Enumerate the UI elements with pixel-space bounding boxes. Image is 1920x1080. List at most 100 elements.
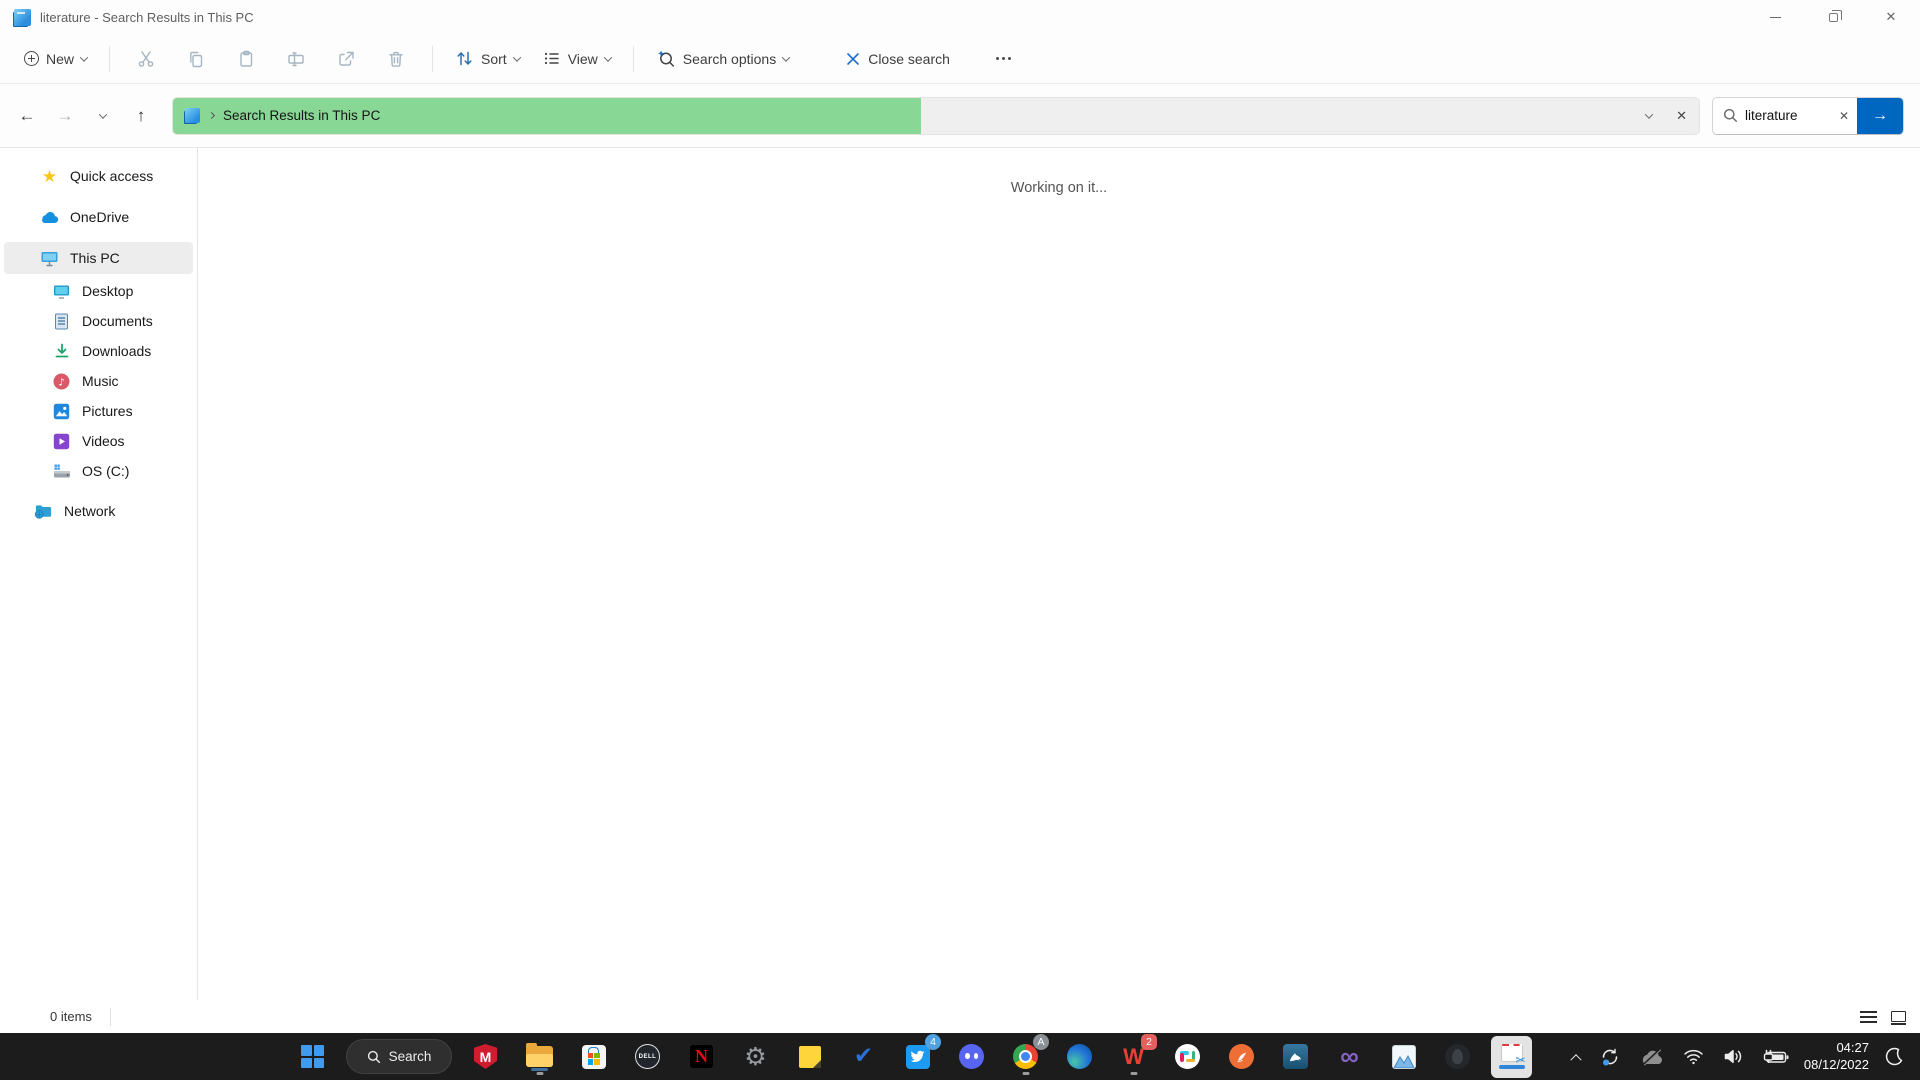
- taskbar-todo-button[interactable]: ✔: [843, 1036, 884, 1077]
- search-box[interactable]: ✕ →: [1712, 97, 1904, 135]
- address-dropdown-icon[interactable]: [1645, 110, 1653, 118]
- taskbar-alienware-button[interactable]: [1437, 1036, 1478, 1077]
- window-controls: ✕: [1746, 0, 1920, 34]
- sort-button[interactable]: Sort: [445, 42, 530, 75]
- chart-mountains-icon: [1392, 1045, 1416, 1069]
- address-bar[interactable]: Search Results in This PC ✕: [172, 97, 1700, 135]
- taskbar-file-explorer-button[interactable]: [519, 1036, 560, 1077]
- tray-overflow-button[interactable]: [1568, 1049, 1584, 1065]
- search-input[interactable]: [1745, 108, 1831, 123]
- sync-arrows-icon: [1599, 1046, 1621, 1068]
- taskbar-photos-app-button[interactable]: [1383, 1036, 1424, 1077]
- clear-search-icon[interactable]: ✕: [1831, 109, 1857, 123]
- sidebar-item-downloads[interactable]: Downloads: [4, 336, 193, 366]
- document-icon: [52, 313, 71, 330]
- delete-button[interactable]: [372, 42, 420, 76]
- file-list-pane[interactable]: Working on it...: [198, 148, 1920, 1000]
- sidebar-item-pictures[interactable]: Pictures: [4, 396, 193, 426]
- taskbar-mysql-workbench-button[interactable]: [1275, 1036, 1316, 1077]
- sidebar-item-os-c[interactable]: OS (C:): [4, 456, 193, 486]
- sticky-note-icon: [799, 1046, 821, 1068]
- mysql-dolphin-icon: [1283, 1044, 1308, 1069]
- loading-status-text: Working on it...: [198, 180, 1920, 196]
- taskbar-chrome-button[interactable]: A: [1005, 1036, 1046, 1077]
- close-search-label: Close search: [868, 51, 950, 67]
- stop-loading-icon[interactable]: ✕: [1676, 108, 1687, 124]
- speaker-icon: [1723, 1048, 1744, 1065]
- rename-icon: [286, 49, 306, 69]
- taskbar-twitter-button[interactable]: 4: [897, 1036, 938, 1077]
- download-arrow-icon: [52, 343, 71, 359]
- sidebar-item-documents[interactable]: Documents: [4, 306, 193, 336]
- details-view-button[interactable]: [1860, 1011, 1877, 1023]
- paste-button[interactable]: [222, 42, 270, 76]
- search-go-button[interactable]: →: [1857, 97, 1903, 135]
- tray-onedrive-paused-button[interactable]: [1636, 1044, 1668, 1070]
- sidebar-item-music[interactable]: ♪ Music: [4, 366, 193, 396]
- minimize-button[interactable]: [1746, 0, 1804, 34]
- dell-logo-icon: DELL: [635, 1044, 660, 1069]
- breadcrumb-chevron-icon: [208, 112, 215, 119]
- network-folder-icon: [34, 503, 53, 520]
- sidebar-item-desktop[interactable]: Desktop: [4, 276, 193, 306]
- taskbar-search-button[interactable]: Search: [346, 1039, 452, 1074]
- up-button[interactable]: ↑: [124, 99, 158, 133]
- taskbar-clock[interactable]: 04:27 08/12/2022: [1804, 1040, 1869, 1074]
- taskbar-settings-button[interactable]: ⚙: [735, 1036, 776, 1077]
- tray-night-mode-button[interactable]: [1880, 1043, 1908, 1071]
- back-button[interactable]: ←: [10, 99, 44, 133]
- chevron-up-icon: [1570, 1054, 1581, 1065]
- taskbar-visual-studio-button[interactable]: ∞: [1329, 1036, 1370, 1077]
- cut-button[interactable]: [122, 42, 170, 76]
- taskbar-discord-button[interactable]: [951, 1036, 992, 1077]
- close-search-button[interactable]: Close search: [835, 44, 960, 74]
- sidebar-item-videos[interactable]: Videos: [4, 426, 193, 456]
- share-icon: [336, 49, 356, 69]
- screenshot-scissors-icon: ✂: [1501, 1044, 1523, 1062]
- taskbar-microsoft-store-button[interactable]: [573, 1036, 614, 1077]
- start-button[interactable]: [292, 1036, 333, 1077]
- slack-icon: [1175, 1044, 1200, 1069]
- taskbar-sticky-notes-button[interactable]: [789, 1036, 830, 1077]
- sidebar-item-quick-access[interactable]: ★ Quick access: [4, 160, 193, 192]
- new-label: New: [46, 51, 74, 67]
- new-button[interactable]: New: [14, 44, 97, 74]
- tray-volume-button[interactable]: [1719, 1044, 1748, 1069]
- taskbar-dell-button[interactable]: DELL: [627, 1036, 668, 1077]
- close-button[interactable]: ✕: [1862, 0, 1920, 34]
- tray-sync-button[interactable]: [1595, 1042, 1625, 1072]
- tray-wifi-button[interactable]: [1679, 1044, 1708, 1069]
- sidebar-item-onedrive[interactable]: OneDrive: [4, 201, 193, 233]
- recent-locations-button[interactable]: [86, 99, 120, 133]
- scissors-icon: [136, 49, 156, 69]
- view-list-icon: [542, 49, 561, 68]
- taskbar-slack-button[interactable]: [1167, 1036, 1208, 1077]
- sidebar-item-network[interactable]: Network: [4, 495, 193, 527]
- chevron-down-icon: [782, 53, 790, 61]
- taskbar-wps-button[interactable]: W 2: [1113, 1036, 1154, 1077]
- pictures-icon: [52, 403, 71, 420]
- sidebar-item-this-pc[interactable]: This PC: [4, 242, 193, 274]
- view-toggles: [1860, 1011, 1906, 1023]
- share-button[interactable]: [322, 42, 370, 76]
- address-row: ← → ↑ Search Results in This PC ✕ ✕ →: [0, 84, 1920, 148]
- tray-battery-button[interactable]: [1759, 1045, 1793, 1069]
- search-options-button[interactable]: Search options: [646, 42, 799, 76]
- alien-head-icon: [1445, 1044, 1470, 1069]
- sidebar-item-label: Network: [64, 503, 115, 519]
- forward-button[interactable]: →: [48, 99, 82, 133]
- copy-button[interactable]: [172, 42, 220, 76]
- view-button[interactable]: View: [532, 42, 621, 75]
- rename-button[interactable]: [272, 42, 320, 76]
- taskbar-netflix-button[interactable]: N: [681, 1036, 722, 1077]
- taskbar-feather-app-button[interactable]: [1221, 1036, 1262, 1077]
- taskbar-snipping-tool-button[interactable]: ✂: [1491, 1036, 1532, 1077]
- gear-icon: ⚙: [744, 1044, 766, 1069]
- taskbar-edge-button[interactable]: [1059, 1036, 1100, 1077]
- restore-button[interactable]: [1804, 0, 1862, 34]
- sidebar-item-label: This PC: [70, 250, 120, 266]
- large-icons-view-button[interactable]: [1891, 1011, 1906, 1022]
- see-more-button[interactable]: [984, 48, 1023, 69]
- taskbar-mcafee-button[interactable]: M: [465, 1036, 506, 1077]
- taskbar: Search M DELL N ⚙: [0, 1033, 1920, 1080]
